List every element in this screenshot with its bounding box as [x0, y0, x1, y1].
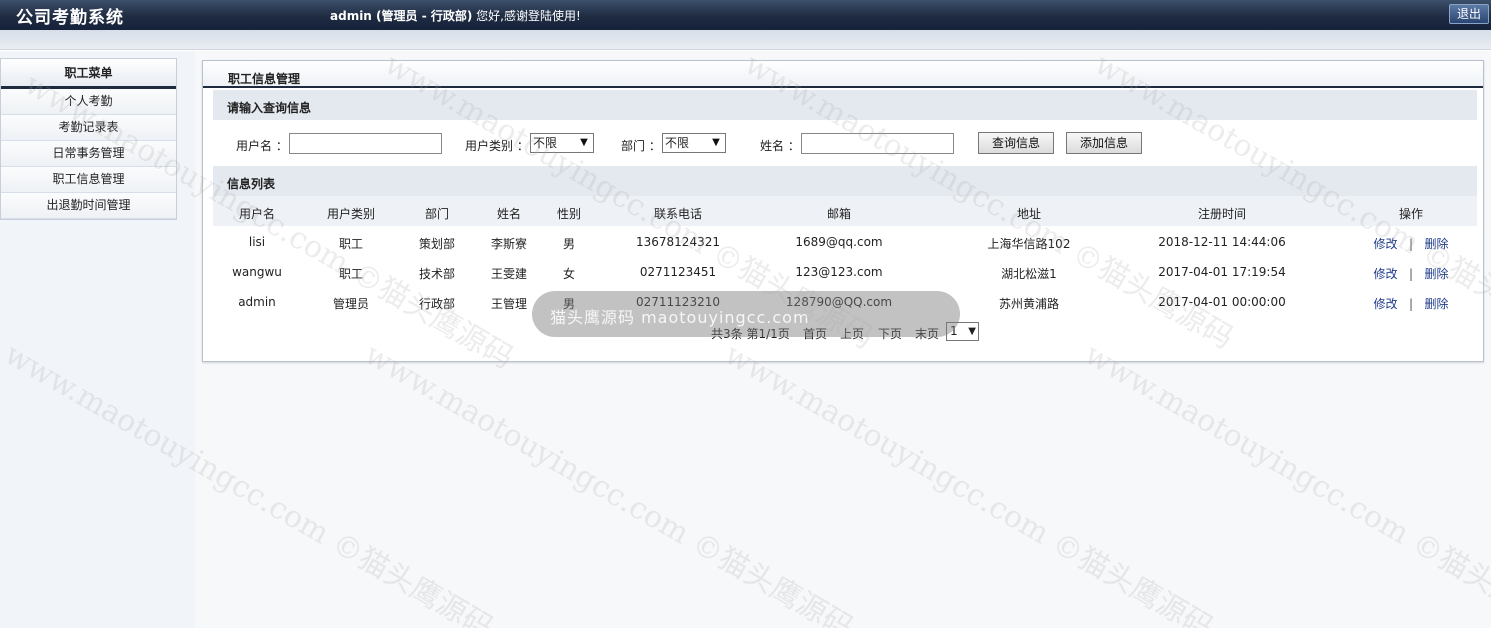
- action-separator: |: [1408, 237, 1414, 251]
- column-header: 部门: [424, 207, 449, 221]
- dept-selected: 不限: [665, 136, 690, 150]
- cell-usertype: 管理员: [332, 297, 369, 311]
- cell-dept: 策划部: [418, 237, 455, 251]
- column-header: 地址: [1016, 207, 1041, 221]
- cell-usertype: 职工: [338, 237, 363, 251]
- cell-username: lisi: [248, 235, 266, 249]
- sub-header-bar: [0, 30, 1491, 50]
- table-row: lisi 职工 策划部 李斯寮 男 13678124321 1689@qq.co…: [213, 226, 1477, 256]
- column-header: 联系电话: [653, 207, 702, 221]
- column-header: 用户名: [238, 207, 275, 221]
- cell-actions: 修改 | 删除: [1346, 295, 1476, 312]
- sidebar-title: 职工菜单: [1, 59, 176, 89]
- action-separator: |: [1408, 267, 1414, 281]
- cell-gender: 男: [562, 237, 575, 251]
- logout-button[interactable]: 退出: [1449, 4, 1489, 24]
- edit-link[interactable]: 修改: [1374, 297, 1398, 311]
- usertype-label: 用户类别 ：: [465, 139, 529, 153]
- add-button[interactable]: 添加信息: [1066, 132, 1142, 154]
- chevron-down-icon: ▼: [968, 326, 976, 337]
- watermark-bubble-text: 猫头鹰源码 maotouyingcc.com: [550, 308, 810, 327]
- cell-phone: 0271123451: [639, 265, 717, 279]
- chevron-down-icon: ▼: [712, 137, 720, 148]
- cell-regtime: 2017-04-01 00:00:00: [1158, 295, 1286, 309]
- table-row: wangwu 职工 技术部 王雯建 女 0271123451 123@123.c…: [213, 256, 1477, 286]
- welcome-text: 您好,感谢登陆使用!: [472, 9, 581, 23]
- cell-regtime: 2018-12-11 14:44:06: [1158, 235, 1286, 249]
- action-separator: |: [1408, 297, 1414, 311]
- delete-link[interactable]: 删除: [1424, 267, 1448, 281]
- username-label: 用户名 ：: [236, 139, 288, 153]
- current-user: admin (管理员 - 行政部): [330, 9, 473, 23]
- dept-label: 部门 ：: [621, 139, 661, 153]
- column-header: 操作: [1398, 207, 1423, 221]
- panel-title-bar: 职工信息管理: [203, 61, 1483, 88]
- cell-address: 湖北松滋1: [1001, 267, 1057, 281]
- name-label: 姓名 ：: [760, 139, 800, 153]
- sidebar: 职工菜单 个人考勤 考勤记录表 日常事务管理 职工信息管理 出退勤时间管理: [0, 58, 177, 220]
- cell-actions: 修改 | 删除: [1346, 265, 1476, 282]
- sidebar-item-attendance-time[interactable]: 出退勤时间管理: [1, 193, 176, 219]
- username-input[interactable]: [289, 133, 442, 154]
- panel-title: 职工信息管理: [228, 72, 301, 86]
- edit-link[interactable]: 修改: [1374, 237, 1398, 251]
- delete-link[interactable]: 删除: [1424, 297, 1448, 311]
- name-input[interactable]: [801, 133, 954, 154]
- watermark-bubble: 猫头鹰源码 maotouyingcc.com: [532, 291, 960, 337]
- query-section-header: 请输入查询信息: [213, 90, 1477, 120]
- cell-usertype: 职工: [338, 267, 363, 281]
- cell-address: 上海华信路102: [987, 237, 1071, 251]
- cell-email: 1689@qq.com: [795, 235, 883, 249]
- sidebar-item-attendance-records[interactable]: 考勤记录表: [1, 115, 176, 141]
- column-header: 注册时间: [1197, 207, 1246, 221]
- cell-address: 苏州黄浦路: [998, 297, 1059, 311]
- delete-link[interactable]: 删除: [1424, 237, 1448, 251]
- table-header: 用户名 用户类别 部门 姓名 性别 联系电话 邮箱 地址 注册时间 操作: [213, 196, 1477, 226]
- list-section-title: 信息列表: [227, 177, 276, 191]
- cell-actions: 修改 | 删除: [1346, 235, 1476, 252]
- column-header: 用户类别: [326, 207, 375, 221]
- sidebar-item-daily-affairs[interactable]: 日常事务管理: [1, 141, 176, 167]
- list-section-header: 信息列表: [213, 166, 1477, 196]
- cell-gender: 女: [562, 267, 575, 281]
- cell-username: wangwu: [232, 265, 282, 279]
- query-section-title: 请输入查询信息: [227, 101, 312, 115]
- cell-email: 123@123.com: [795, 265, 883, 279]
- cell-phone: 13678124321: [636, 235, 720, 249]
- usertype-selected: 不限: [533, 136, 558, 150]
- column-header: 性别: [556, 207, 581, 221]
- dept-select[interactable]: 不限 ▼: [662, 133, 726, 153]
- edit-link[interactable]: 修改: [1374, 267, 1398, 281]
- cell-regtime: 2017-04-01 17:19:54: [1158, 265, 1286, 279]
- welcome-message: admin (管理员 - 行政部) 您好,感谢登陆使用!: [330, 7, 581, 24]
- column-header: 邮箱: [826, 207, 851, 221]
- sidebar-item-personal-attendance[interactable]: 个人考勤: [1, 89, 176, 115]
- cell-dept: 技术部: [418, 267, 455, 281]
- app-title: 公司考勤系统: [16, 8, 124, 28]
- chevron-down-icon: ▼: [580, 137, 588, 148]
- cell-username: admin: [238, 295, 276, 309]
- sidebar-item-staff-info[interactable]: 职工信息管理: [1, 167, 176, 193]
- usertype-select[interactable]: 不限 ▼: [530, 133, 594, 153]
- cell-dept: 行政部: [418, 297, 455, 311]
- top-header: 公司考勤系统 admin (管理员 - 行政部) 您好,感谢登陆使用! 退出: [0, 0, 1491, 30]
- search-button[interactable]: 查询信息: [978, 132, 1054, 154]
